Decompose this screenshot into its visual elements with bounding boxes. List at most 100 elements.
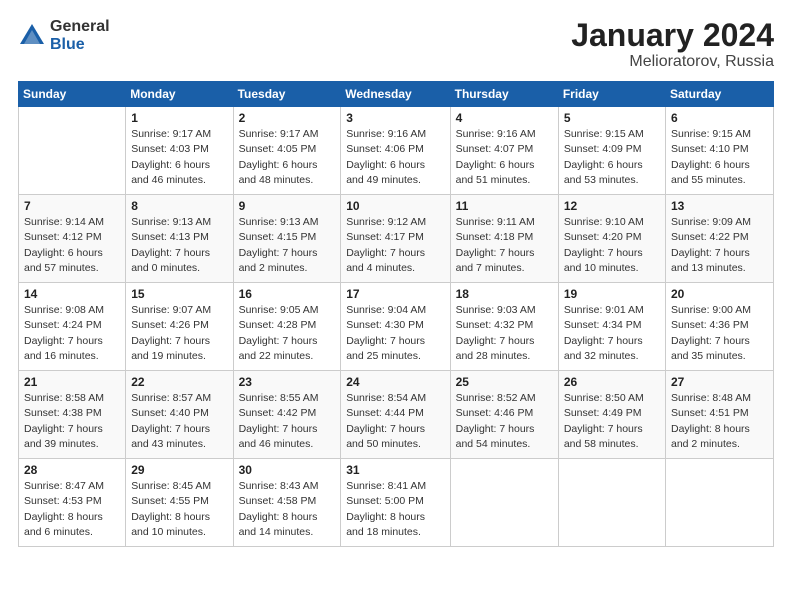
day-cell: 31Sunrise: 8:41 AMSunset: 5:00 PMDayligh… xyxy=(341,459,450,547)
day-info-line: and 57 minutes. xyxy=(24,261,120,276)
day-info-line: Daylight: 8 hours xyxy=(671,422,768,437)
day-cell: 23Sunrise: 8:55 AMSunset: 4:42 PMDayligh… xyxy=(233,371,341,459)
day-info-line: Daylight: 6 hours xyxy=(131,158,227,173)
day-cell: 4Sunrise: 9:16 AMSunset: 4:07 PMDaylight… xyxy=(450,107,558,195)
day-info-line: Daylight: 7 hours xyxy=(671,334,768,349)
day-info-line: Daylight: 7 hours xyxy=(239,246,336,261)
day-info-line: Sunrise: 8:54 AM xyxy=(346,391,444,406)
week-row-4: 28Sunrise: 8:47 AMSunset: 4:53 PMDayligh… xyxy=(19,459,774,547)
day-info-line: and 13 minutes. xyxy=(671,261,768,276)
day-number: 10 xyxy=(346,199,444,213)
day-info-line: Sunset: 4:20 PM xyxy=(564,230,660,245)
day-info-line: Sunset: 4:28 PM xyxy=(239,318,336,333)
day-info-line: Sunrise: 8:58 AM xyxy=(24,391,120,406)
day-cell: 7Sunrise: 9:14 AMSunset: 4:12 PMDaylight… xyxy=(19,195,126,283)
day-info-line: and 48 minutes. xyxy=(239,173,336,188)
day-info-line: Sunset: 4:10 PM xyxy=(671,142,768,157)
day-number: 22 xyxy=(131,375,227,389)
day-info-line: Daylight: 7 hours xyxy=(24,334,120,349)
day-cell: 28Sunrise: 8:47 AMSunset: 4:53 PMDayligh… xyxy=(19,459,126,547)
day-info-line: Sunrise: 9:12 AM xyxy=(346,215,444,230)
header: General Blue January 2024 Melioratorov, … xyxy=(18,18,774,71)
month-title: January 2024 xyxy=(571,18,774,53)
day-info-line: Sunrise: 9:07 AM xyxy=(131,303,227,318)
day-info-line: Sunset: 4:24 PM xyxy=(24,318,120,333)
day-number: 28 xyxy=(24,463,120,477)
logo-text: General Blue xyxy=(50,18,110,53)
day-info-line: Sunset: 4:55 PM xyxy=(131,494,227,509)
day-cell: 15Sunrise: 9:07 AMSunset: 4:26 PMDayligh… xyxy=(126,283,233,371)
day-info-line: Sunrise: 9:01 AM xyxy=(564,303,660,318)
header-monday: Monday xyxy=(126,82,233,107)
day-info-line: Sunrise: 8:50 AM xyxy=(564,391,660,406)
day-number: 31 xyxy=(346,463,444,477)
day-info-line: Daylight: 7 hours xyxy=(239,422,336,437)
day-info-line: Sunset: 4:22 PM xyxy=(671,230,768,245)
day-cell: 22Sunrise: 8:57 AMSunset: 4:40 PMDayligh… xyxy=(126,371,233,459)
day-info-line: Sunset: 4:53 PM xyxy=(24,494,120,509)
day-info-line: Sunset: 4:38 PM xyxy=(24,406,120,421)
day-info-line: Sunrise: 9:17 AM xyxy=(131,127,227,142)
header-friday: Friday xyxy=(558,82,665,107)
day-info-line: Sunrise: 9:16 AM xyxy=(456,127,553,142)
day-cell: 16Sunrise: 9:05 AMSunset: 4:28 PMDayligh… xyxy=(233,283,341,371)
day-cell xyxy=(558,459,665,547)
day-info-line: and 28 minutes. xyxy=(456,349,553,364)
day-number: 25 xyxy=(456,375,553,389)
day-number: 17 xyxy=(346,287,444,301)
day-number: 19 xyxy=(564,287,660,301)
day-info-line: Daylight: 7 hours xyxy=(671,246,768,261)
calendar-table: Sunday Monday Tuesday Wednesday Thursday… xyxy=(18,81,774,547)
day-info-line: Sunset: 4:15 PM xyxy=(239,230,336,245)
day-info-line: Sunrise: 9:04 AM xyxy=(346,303,444,318)
day-number: 27 xyxy=(671,375,768,389)
day-info-line: Sunset: 4:17 PM xyxy=(346,230,444,245)
day-info-line: Daylight: 7 hours xyxy=(24,422,120,437)
day-info-line: Sunset: 4:32 PM xyxy=(456,318,553,333)
logo-icon xyxy=(18,22,46,50)
day-cell: 26Sunrise: 8:50 AMSunset: 4:49 PMDayligh… xyxy=(558,371,665,459)
day-info-line: Daylight: 6 hours xyxy=(346,158,444,173)
day-info-line: and 58 minutes. xyxy=(564,437,660,452)
day-info-line: Daylight: 8 hours xyxy=(131,510,227,525)
day-info-line: and 19 minutes. xyxy=(131,349,227,364)
day-info-line: Daylight: 8 hours xyxy=(239,510,336,525)
day-number: 26 xyxy=(564,375,660,389)
day-cell: 14Sunrise: 9:08 AMSunset: 4:24 PMDayligh… xyxy=(19,283,126,371)
day-info-line: Daylight: 7 hours xyxy=(456,422,553,437)
day-info-line: Sunrise: 9:16 AM xyxy=(346,127,444,142)
day-info-line: Daylight: 6 hours xyxy=(239,158,336,173)
day-info-line: Daylight: 7 hours xyxy=(564,246,660,261)
day-info-line: and 4 minutes. xyxy=(346,261,444,276)
day-info-line: Sunset: 4:34 PM xyxy=(564,318,660,333)
day-number: 13 xyxy=(671,199,768,213)
day-info-line: and 46 minutes. xyxy=(239,437,336,452)
week-row-2: 14Sunrise: 9:08 AMSunset: 4:24 PMDayligh… xyxy=(19,283,774,371)
day-info-line: Sunset: 4:09 PM xyxy=(564,142,660,157)
day-info-line: and 16 minutes. xyxy=(24,349,120,364)
day-info-line: Sunset: 4:12 PM xyxy=(24,230,120,245)
day-info-line: Sunrise: 9:11 AM xyxy=(456,215,553,230)
day-info-line: Sunset: 4:40 PM xyxy=(131,406,227,421)
calendar-header-row: Sunday Monday Tuesday Wednesday Thursday… xyxy=(19,82,774,107)
day-info-line: Sunrise: 9:00 AM xyxy=(671,303,768,318)
day-number: 6 xyxy=(671,111,768,125)
day-info-line: Sunset: 4:46 PM xyxy=(456,406,553,421)
day-number: 23 xyxy=(239,375,336,389)
day-number: 30 xyxy=(239,463,336,477)
day-info-line: Sunrise: 9:15 AM xyxy=(671,127,768,142)
day-number: 7 xyxy=(24,199,120,213)
day-cell: 13Sunrise: 9:09 AMSunset: 4:22 PMDayligh… xyxy=(666,195,774,283)
day-cell: 5Sunrise: 9:15 AMSunset: 4:09 PMDaylight… xyxy=(558,107,665,195)
day-info-line: Sunrise: 8:52 AM xyxy=(456,391,553,406)
day-info-line: Sunset: 4:42 PM xyxy=(239,406,336,421)
logo-blue: Blue xyxy=(50,36,110,54)
day-info-line: Daylight: 6 hours xyxy=(671,158,768,173)
day-info-line: Sunrise: 9:17 AM xyxy=(239,127,336,142)
day-info-line: Daylight: 6 hours xyxy=(456,158,553,173)
day-info-line: Daylight: 7 hours xyxy=(346,422,444,437)
day-number: 29 xyxy=(131,463,227,477)
day-info-line: and 51 minutes. xyxy=(456,173,553,188)
day-info-line: Daylight: 7 hours xyxy=(131,334,227,349)
day-info-line: Daylight: 7 hours xyxy=(346,246,444,261)
